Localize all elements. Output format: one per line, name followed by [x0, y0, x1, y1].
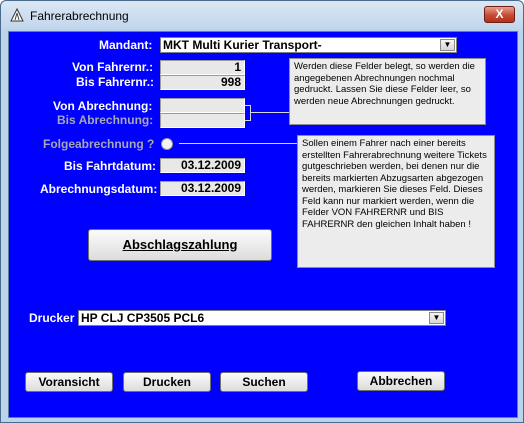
bis-abrechnung-label: Bis Abrechnung: [57, 113, 154, 127]
connector-line [250, 112, 289, 113]
hint-reprint-note: Werden diese Felder belegt, so werden di… [289, 58, 486, 125]
drucken-label: Drucken [142, 375, 192, 389]
abschlagszahlung-button[interactable]: Abschlagszahlung [88, 229, 272, 261]
bis-fahrernr-field[interactable]: 998 [160, 75, 245, 90]
close-button[interactable]: X [484, 6, 515, 23]
form-area: Mandant: MKT Multi Kurier Transport- ▼ V… [8, 31, 518, 418]
folgeabrechnung-radio[interactable] [161, 138, 173, 150]
mandant-select[interactable]: MKT Multi Kurier Transport- ▼ [160, 37, 457, 53]
von-fahrernr-field[interactable]: 1 [160, 60, 245, 75]
von-fahrernr-label: Von Fahrernr.: [72, 60, 154, 74]
drucken-button[interactable]: Drucken [123, 372, 211, 392]
hint-folgeabrechnung-note: Sollen einem Fahrer nach einer bereits e… [297, 135, 495, 268]
suchen-button[interactable]: Suchen [220, 372, 308, 392]
title-bar[interactable]: Fahrerabrechnung X [1, 1, 523, 29]
abschlagszahlung-label: Abschlagszahlung [122, 237, 238, 252]
bis-fahrernr-label: Bis Fahrernr.: [76, 75, 155, 89]
von-abrechnung-label: Von Abrechnung: [53, 99, 153, 113]
voransicht-button[interactable]: Voransicht [25, 372, 113, 392]
drucker-value: HP CLJ CP3505 PCL6 [81, 311, 205, 325]
window: Fahrerabrechnung X Mandant: MKT Multi Ku… [0, 0, 524, 423]
abrechnungsdatum-field[interactable]: 03.12.2009 [160, 181, 245, 196]
mandant-label: Mandant: [99, 38, 153, 52]
suchen-label: Suchen [242, 375, 286, 389]
close-icon: X [495, 7, 504, 21]
app-icon [10, 7, 24, 22]
bis-abrechnung-field[interactable] [160, 113, 245, 128]
window-title: Fahrerabrechnung [30, 9, 129, 23]
abbrechen-button[interactable]: Abbrechen [357, 371, 445, 391]
bis-fahrtdatum-field[interactable]: 03.12.2009 [160, 158, 245, 173]
voransicht-label: Voransicht [38, 375, 100, 389]
abrechnungsdatum-label: Abrechnungsdatum: [40, 182, 158, 196]
chevron-down-icon[interactable]: ▼ [429, 312, 444, 324]
connector-line [250, 105, 251, 121]
von-abrechnung-field[interactable] [160, 98, 245, 113]
chevron-down-icon[interactable]: ▼ [440, 39, 455, 51]
connector-line [179, 143, 297, 144]
drucker-select[interactable]: HP CLJ CP3505 PCL6 ▼ [78, 310, 446, 326]
mandant-value: MKT Multi Kurier Transport- [163, 38, 322, 52]
bis-fahrtdatum-label: Bis Fahrtdatum: [64, 159, 157, 173]
folgeabrechnung-label: Folgeabrechnung ? [43, 137, 155, 151]
abbrechen-label: Abbrechen [369, 374, 433, 388]
drucker-label: Drucker [29, 311, 75, 325]
